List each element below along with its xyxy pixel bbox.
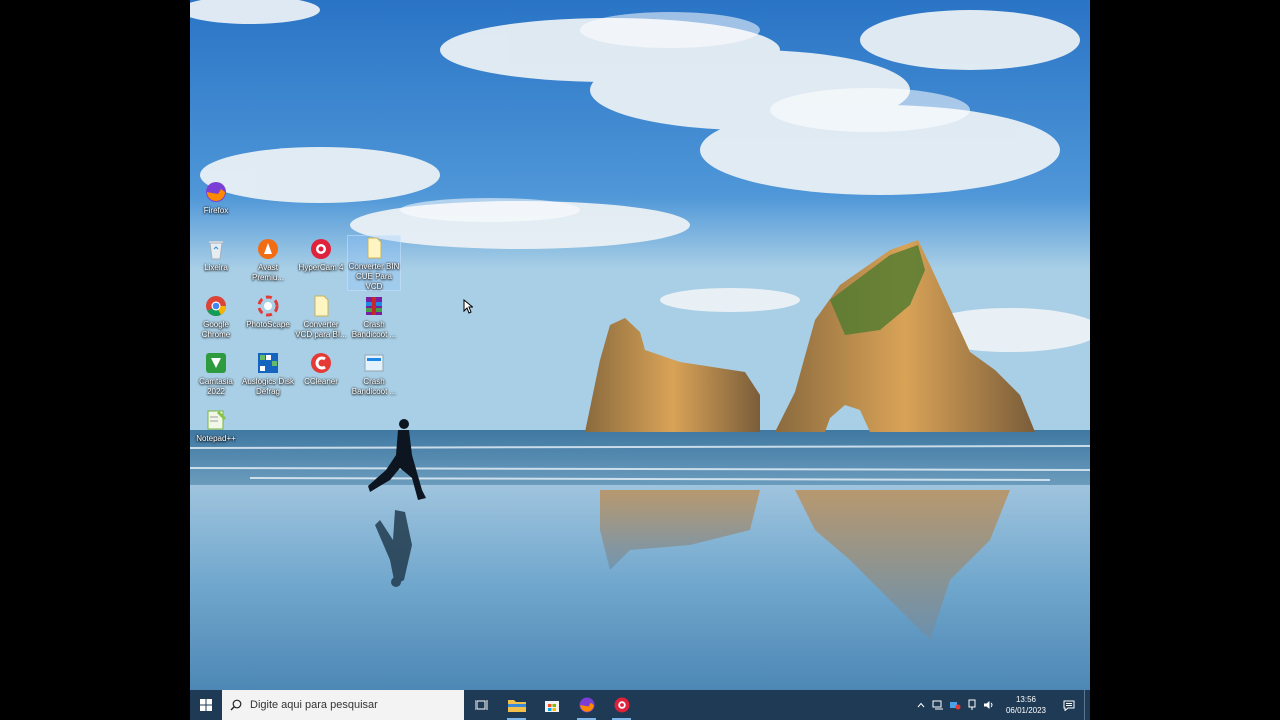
photoscape-icon [256, 294, 280, 318]
network-icon [932, 700, 944, 710]
ccleaner-icon [309, 351, 333, 375]
notepad-plus-plus-icon [204, 408, 228, 432]
hypercam-icon [309, 237, 333, 261]
microsoft-store-icon [544, 701, 559, 712]
desktop-wallpaper [190, 0, 1090, 690]
desktop-icon-crash-bandicoot-2[interactable]: Crash Bandicoot ... [348, 351, 400, 397]
taskbar-search-box[interactable]: Digite aqui para pesquisar [222, 690, 464, 720]
desktop-icon-photoscape[interactable]: PhotoScape [242, 294, 294, 330]
document-icon [309, 294, 333, 318]
taskbar-microsoft-store[interactable] [534, 690, 569, 720]
desktop-icon-converter-vcd[interactable]: Converter VCD para BI... [295, 294, 347, 340]
security-tray-button[interactable] [947, 690, 964, 720]
chevron-up-icon [918, 702, 925, 708]
task-view-button[interactable] [464, 690, 499, 720]
taskbar-firefox[interactable] [569, 690, 604, 720]
disk-defrag-icon [256, 351, 280, 375]
desktop-icon-camtasia[interactable]: Camtasia 2022 [190, 351, 242, 397]
clock-date: 06/01/2023 [1005, 706, 1046, 715]
network-button[interactable] [930, 690, 947, 720]
volume-button[interactable] [981, 690, 998, 720]
recycle-bin-icon [204, 237, 228, 261]
mouse-cursor-icon [463, 299, 473, 314]
search-icon [230, 699, 242, 711]
firefox-icon [204, 180, 228, 204]
desktop-icon-firefox[interactable]: Firefox [190, 180, 242, 216]
desktop-icon-auslogics[interactable]: Auslogics Disk Defrag [242, 351, 294, 397]
desktop-icon-notepad-plus-plus[interactable]: Notepad++ [190, 408, 242, 444]
show-desktop-button[interactable] [1084, 690, 1090, 720]
speaker-icon [984, 701, 993, 709]
document-icon [362, 236, 386, 260]
search-placeholder: Digite aqui para pesquisar [250, 699, 378, 711]
notification-center-icon [1063, 700, 1075, 711]
desktop-icon-converter-bin-cue[interactable]: Converter BIN CUE Para VCD [347, 235, 401, 291]
taskbar-clock[interactable]: 13:56 06/01/2023 [998, 694, 1054, 716]
file-explorer-icon [507, 700, 526, 712]
desktop-icon-chrome[interactable]: Google Chrome [190, 294, 242, 340]
show-hidden-icons-button[interactable] [913, 690, 930, 720]
firefox-icon [579, 697, 594, 713]
winrar-archive-icon [362, 294, 386, 318]
desktop-icon-avast[interactable]: Avast Premiu... [242, 237, 294, 283]
task-view-icon [474, 700, 487, 710]
security-alert-icon [950, 702, 961, 710]
start-button[interactable] [190, 690, 222, 720]
desktop-icon-ccleaner[interactable]: CCleaner [295, 351, 347, 387]
desktop-icon-recycle-bin[interactable]: Lixeira [190, 237, 242, 273]
hypercam-icon [614, 697, 629, 713]
taskbar-file-explorer[interactable] [499, 690, 534, 720]
avast-icon [256, 237, 280, 261]
desktop-icon-hypercam[interactable]: HyperCam 4 [295, 237, 347, 273]
chrome-icon [204, 294, 228, 318]
desktop-icon-crash-bandicoot-1[interactable]: Crash Bandicoot ... [348, 294, 400, 340]
clock-time: 13:56 [1015, 695, 1036, 704]
iso-file-icon [362, 351, 386, 375]
windows-logo-icon [200, 699, 212, 711]
usb-icon [968, 699, 976, 710]
system-tray: 13:56 06/01/2023 [913, 690, 1090, 720]
desktop-screen: Firefox Lixeira Avast Premiu... HyperCam… [190, 0, 1090, 720]
camtasia-icon [204, 351, 228, 375]
taskbar-hypercam[interactable] [604, 690, 639, 720]
notifications-button[interactable] [1054, 690, 1084, 720]
usb-tray-button[interactable] [964, 690, 981, 720]
taskbar: Digite aqui para pesquisar 13:56 06/01/2… [190, 690, 1090, 720]
